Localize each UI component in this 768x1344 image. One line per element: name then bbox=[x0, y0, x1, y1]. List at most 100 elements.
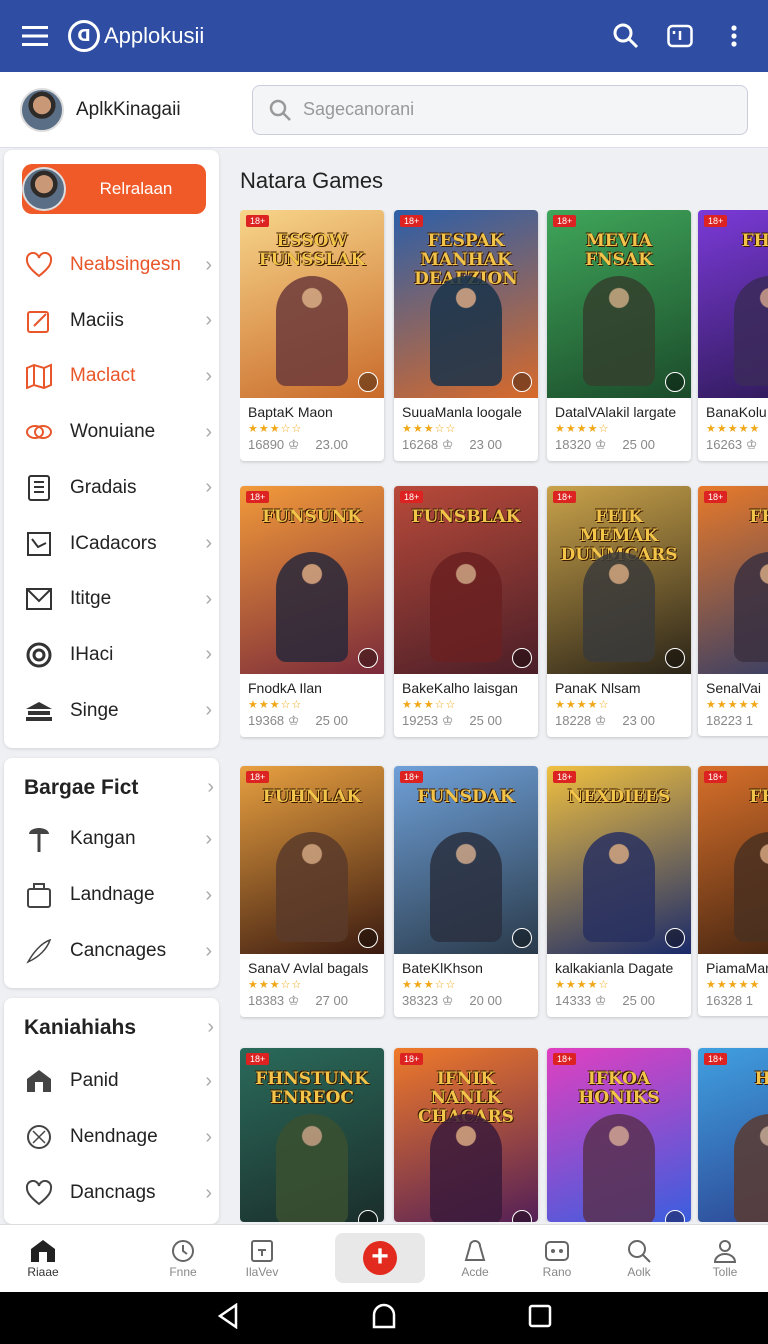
game-card[interactable]: 18+ FHNSTUNK ENREOC bbox=[240, 1048, 384, 1222]
rating-badge: 18+ bbox=[400, 215, 424, 227]
search-input[interactable]: Sagecanorani bbox=[252, 84, 748, 135]
sidebar-item-edit[interactable]: Maciis › bbox=[22, 298, 212, 344]
favorite-icon[interactable] bbox=[358, 1210, 378, 1222]
chevron-right-icon: › bbox=[205, 253, 212, 276]
chevron-right-icon: › bbox=[205, 699, 212, 722]
sidebar-item-label: Gradais bbox=[70, 476, 137, 498]
add-button[interactable]: + bbox=[335, 1233, 425, 1283]
game-card[interactable]: 18+ FUHNLAK SanaV Avlal bagals ★★★☆☆ 18383 ♔… bbox=[240, 766, 384, 1017]
game-cover-art: 18+ FHA bbox=[698, 766, 768, 954]
sidebar-main: Relralaan Neabsingesn › Maciis › Maclact › Won… bbox=[4, 150, 219, 748]
game-card[interactable]: 18+ HO bbox=[698, 1048, 768, 1222]
sidebar-item-heart[interactable]: Dancnags › bbox=[22, 1170, 212, 1216]
game-card[interactable]: 18+ FUNSDAK BateKlKhson ★★★☆☆ 38323 ♔ 20 00 bbox=[394, 766, 538, 1017]
cover-title: FUNSUNK bbox=[262, 507, 362, 527]
favorite-icon[interactable] bbox=[512, 928, 532, 948]
star-rating: ★★★★★ bbox=[706, 423, 761, 435]
section-title[interactable]: Bargae Fict › bbox=[24, 776, 214, 800]
bottom-nav-home[interactable]: Riaae bbox=[8, 1237, 78, 1279]
sidebar-item-heart[interactable]: Neabsingesn › bbox=[22, 242, 212, 288]
game-meta: 38323 ♔ 20 00 bbox=[394, 991, 538, 1017]
app-title: Applokusii bbox=[104, 23, 205, 48]
game-card[interactable]: 18+FEIK MEMAK DUNMCARSPanaK Nlsam★★★★☆18… bbox=[547, 486, 691, 737]
bottom-nav-calendar[interactable]: IlaVev bbox=[227, 1237, 297, 1279]
system-navigation-bar bbox=[0, 1292, 768, 1344]
bottom-nav-user[interactable]: Tolle bbox=[690, 1237, 760, 1279]
game-cover-art: 18+ ESSOW FUNSSLAK bbox=[240, 210, 384, 398]
recents-icon[interactable] bbox=[528, 1304, 552, 1333]
favorite-icon[interactable] bbox=[665, 372, 685, 392]
menu-icon[interactable] bbox=[16, 17, 54, 55]
game-card[interactable]: 18+ FUNSBLAK BakeKalho laisgan ★★★☆☆ 19253 ♔… bbox=[394, 486, 538, 737]
bottom-nav-label: Acde bbox=[461, 1265, 489, 1279]
back-icon[interactable] bbox=[216, 1302, 240, 1334]
favorite-icon[interactable] bbox=[358, 372, 378, 392]
stack-icon bbox=[22, 694, 56, 728]
rating-badge: 18+ bbox=[246, 491, 270, 503]
search-icon[interactable] bbox=[608, 18, 644, 54]
avatar[interactable] bbox=[20, 87, 64, 132]
sidebar-item-compass[interactable]: Nendnage › bbox=[22, 1114, 212, 1160]
favorite-icon[interactable] bbox=[358, 648, 378, 668]
game-card[interactable]: 18+IFNIK NANLK CHACARS bbox=[394, 1048, 538, 1222]
game-card[interactable]: 18+ NEXDIEES kalkakianla Dagate ★★★★☆ 14333 … bbox=[547, 766, 691, 1017]
game-card[interactable]: 18+ ESSOW FUNSSLAK BaptaK Maon ★★★☆☆ 16890 ♔… bbox=[240, 210, 384, 461]
favorite-icon[interactable] bbox=[665, 928, 685, 948]
link-icon bbox=[22, 415, 56, 449]
window-icon[interactable] bbox=[662, 18, 698, 54]
heart-icon bbox=[22, 1176, 56, 1210]
game-card[interactable]: 18+FESPAK MANHAK DEAFZION SuuaManla looga… bbox=[394, 210, 538, 461]
app-logo[interactable]: ᗡ Applokusii bbox=[68, 20, 204, 52]
bottom-nav-clock[interactable]: Fnne bbox=[148, 1237, 218, 1279]
sidebar-item-pin[interactable]: Kangan › bbox=[22, 816, 212, 862]
game-name: BateKlKhson bbox=[402, 960, 483, 976]
sidebar-item-home[interactable]: Panid › bbox=[22, 1058, 212, 1104]
favorite-icon[interactable] bbox=[665, 648, 685, 668]
star-rating: ★★★★★ bbox=[706, 979, 761, 991]
chevron-right-icon: › bbox=[207, 1016, 214, 1038]
chevron-right-icon: › bbox=[205, 364, 212, 387]
primary-profile-button[interactable]: Relralaan bbox=[22, 164, 206, 214]
favorite-icon[interactable] bbox=[665, 1210, 685, 1222]
game-card[interactable]: 18+ FHA PiamaMar ★★★★★ 16328 1 bbox=[698, 766, 768, 1016]
sidebar-item-stack[interactable]: Singe › bbox=[22, 688, 212, 734]
sidebar-item-bag[interactable]: Landnage › bbox=[22, 872, 212, 918]
game-cover-art: 18+ FUHNLAK bbox=[240, 766, 384, 954]
bottom-nav-label: Tolle bbox=[712, 1265, 738, 1279]
sidebar-item-map[interactable]: Maclact › bbox=[22, 353, 212, 399]
favorite-icon[interactable] bbox=[358, 928, 378, 948]
rating-badge: 18+ bbox=[246, 215, 270, 227]
favorite-icon[interactable] bbox=[512, 648, 532, 668]
sidebar-item-link[interactable]: Wonuiane › bbox=[22, 409, 212, 455]
game-card[interactable]: 18+ FHAN BanaKolu ★★★★★ 16263 ♔ bbox=[698, 210, 768, 461]
home-nav-icon[interactable] bbox=[371, 1303, 397, 1334]
game-card[interactable]: 18+ FHA SenalVai ★★★★★ 18223 1 bbox=[698, 486, 768, 736]
game-cover-art: 18+ MEVIA FNSAK bbox=[547, 210, 691, 398]
game-cover-art: 18+ FUNSDAK bbox=[394, 766, 538, 954]
star-rating: ★★★☆☆ bbox=[248, 699, 303, 711]
cover-character bbox=[276, 832, 348, 942]
game-card[interactable]: 18+ MEVIA FNSAK DatalVAlakil largate ★★★★☆ 1… bbox=[547, 210, 691, 461]
sidebar-item-book[interactable]: Gradais › bbox=[22, 465, 212, 511]
bottom-nav-bell[interactable]: Acde bbox=[440, 1237, 510, 1279]
cover-character bbox=[583, 832, 655, 942]
sidebar-item-feather[interactable]: Cancnages › bbox=[22, 928, 212, 974]
game-name: PiamaMar bbox=[706, 960, 768, 976]
profile-name: AplkKinagaii bbox=[76, 98, 181, 120]
sidebar-item-mail[interactable]: Ititge › bbox=[22, 576, 212, 622]
game-cover-art: 18+ IFKOA HONIKS bbox=[547, 1048, 691, 1222]
cover-character bbox=[276, 552, 348, 662]
bottom-nav-search[interactable]: Aolk bbox=[604, 1237, 674, 1279]
favorite-icon[interactable] bbox=[512, 372, 532, 392]
sidebar-item-target[interactable]: IHaci › bbox=[22, 632, 212, 678]
download-count: 38323 ♔ bbox=[402, 993, 454, 1008]
game-card[interactable]: 18+ IFKOA HONIKS bbox=[547, 1048, 691, 1222]
section-title[interactable]: Kaniahiahs › bbox=[24, 1016, 214, 1040]
sidebar-item-chart[interactable]: ICadacors › bbox=[22, 521, 212, 567]
cover-title: FHNSTUNK ENREOC bbox=[255, 1069, 369, 1108]
game-card[interactable]: 18+ FUNSUNK FnodkA Ilan ★★★☆☆ 19368 ♔ 25 00 bbox=[240, 486, 384, 737]
favorite-icon[interactable] bbox=[512, 1210, 532, 1222]
cover-character bbox=[583, 552, 655, 662]
more-vert-icon[interactable] bbox=[716, 18, 752, 54]
bottom-nav-gamepad[interactable]: Rano bbox=[522, 1237, 592, 1279]
